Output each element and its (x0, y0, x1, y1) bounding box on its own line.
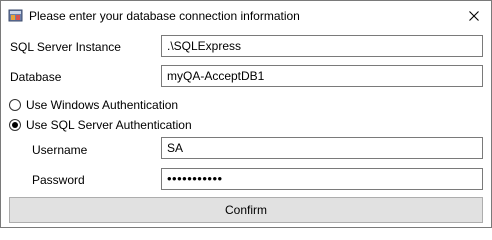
password-label: Password (32, 173, 85, 187)
database-input[interactable]: myQA-AcceptDB1 (161, 65, 483, 87)
database-app-icon (8, 9, 23, 22)
radio-checked-icon (9, 119, 21, 131)
username-label: Username (32, 143, 88, 157)
windows-auth-label: Use Windows Authentication (26, 98, 179, 112)
sql-auth-radio[interactable]: Use SQL Server Authentication (9, 118, 192, 132)
password-input[interactable]: ••••••••••• (161, 168, 483, 190)
database-label: Database (10, 70, 62, 84)
username-input[interactable]: SA (161, 137, 483, 159)
server-instance-input[interactable]: .\SQLExpress (161, 35, 483, 57)
title-bar: Please enter your database connection in… (1, 1, 491, 30)
connection-dialog: Please enter your database connection in… (0, 0, 492, 228)
confirm-button[interactable]: Confirm (9, 197, 483, 223)
close-icon (469, 10, 479, 21)
radio-unchecked-icon (9, 99, 21, 111)
sql-auth-label: Use SQL Server Authentication (26, 118, 192, 132)
windows-auth-radio[interactable]: Use Windows Authentication (9, 98, 178, 112)
window-title: Please enter your database connection in… (29, 9, 300, 23)
form-area: SQL Server Instance .\SQLExpress Databas… (1, 30, 491, 227)
close-button[interactable] (457, 1, 491, 30)
server-instance-label: SQL Server Instance (10, 40, 121, 54)
